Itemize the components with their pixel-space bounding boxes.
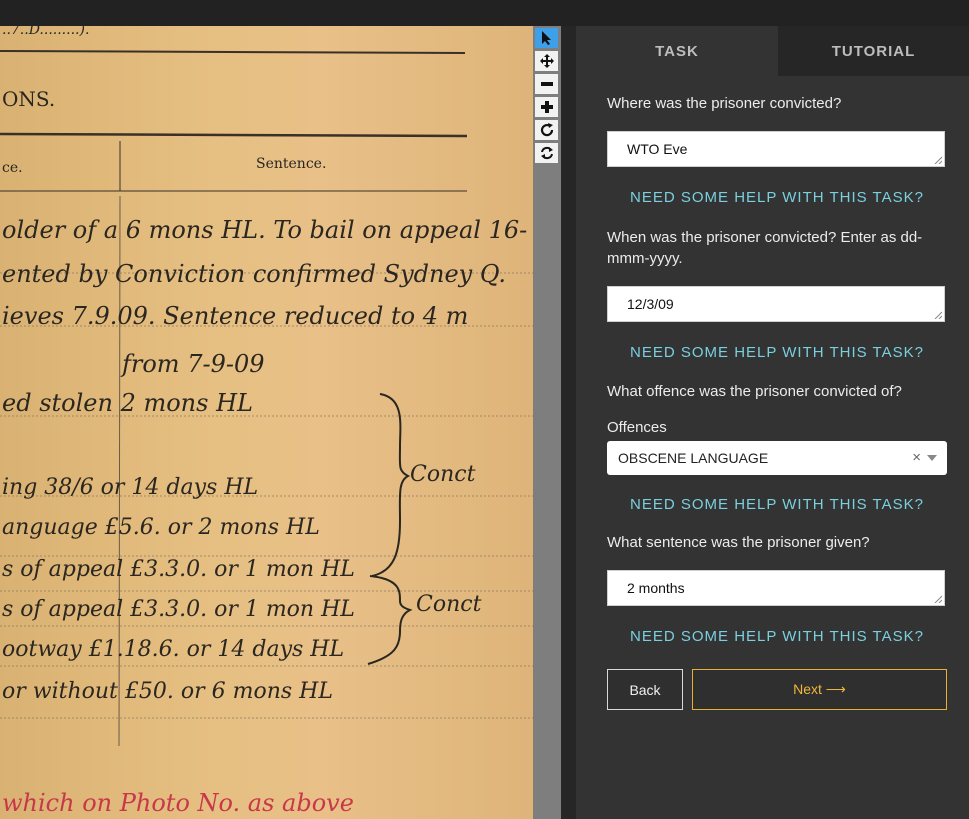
help-link-1[interactable]: NEED SOME HELP WITH THIS TASK? — [607, 189, 947, 206]
doc-line-10: ootway £1.18.6. or 14 days HL — [2, 637, 344, 662]
doc-line-9: s of appeal £3.3.0. or 1 mon HL — [2, 597, 355, 622]
help-link-2[interactable]: NEED SOME HELP WITH THIS TASK? — [607, 344, 947, 361]
document-image: ..7..D.........). ONS. ce. Sentence. old… — [0, 26, 533, 817]
tab-tutorial[interactable]: TUTORIAL — [778, 26, 969, 76]
doc-line-8: s of appeal £3.3.0. or 1 mon HL — [2, 557, 355, 582]
next-button[interactable]: Next ⟶ — [692, 669, 947, 710]
doc-line-7: anguage £5.6. or 2 mons HL — [2, 515, 320, 540]
offences-select-value: OBSCENE LANGUAGE — [618, 450, 769, 466]
pointer-icon[interactable] — [535, 28, 558, 48]
doc-fragment-top: ..7..D.........). — [2, 26, 89, 38]
sentence-input[interactable]: 2 months — [607, 570, 945, 606]
back-button[interactable]: Back — [607, 669, 683, 710]
doc-line-5: ed stolen 2 mons HL — [2, 389, 253, 417]
doc-line-3: ieves 7.9.09. Sentence reduced to 4 m — [2, 302, 468, 330]
doc-line-2: ented by Conviction confirmed Sydney Q. — [2, 260, 506, 288]
rotate-icon[interactable] — [535, 120, 558, 140]
doc-fragment-col2: Sentence. — [256, 156, 326, 172]
doc-line-6: ing 38/6 or 14 days HL — [2, 475, 258, 500]
doc-footer-red: which on Photo No. as above — [2, 789, 354, 817]
offences-select[interactable]: OBSCENE LANGUAGE × — [607, 441, 947, 475]
date-input-value: 12/3/09 — [627, 296, 674, 312]
question-sentence: What sentence was the prisoner given? — [607, 534, 870, 551]
date-input[interactable]: 12/3/09 — [607, 286, 945, 322]
sentence-input-value: 2 months — [627, 580, 685, 596]
resize-handle-icon[interactable] — [934, 311, 942, 319]
question-location: Where was the prisoner convicted? — [607, 95, 842, 112]
reset-icon[interactable] — [535, 143, 558, 163]
document-viewer[interactable]: ..7..D.........). ONS. ce. Sentence. old… — [0, 26, 533, 819]
resize-handle-icon[interactable] — [934, 156, 942, 164]
clear-icon[interactable]: × — [912, 449, 921, 466]
panel-tabs: TASK TUTORIAL — [576, 26, 969, 76]
move-icon[interactable] — [535, 51, 558, 71]
top-bar — [0, 0, 969, 26]
doc-line-11: or without £50. or 6 mons HL — [2, 679, 333, 704]
doc-fragment-col1: ce. — [2, 160, 23, 176]
location-input[interactable]: WTO Eve — [607, 131, 945, 167]
doc-line-1: older of a 6 mons HL. To bail on appeal … — [2, 216, 527, 244]
chevron-down-icon[interactable] — [927, 455, 937, 461]
doc-fragment-heading: ONS. — [2, 87, 55, 111]
location-input-value: WTO Eve — [627, 141, 688, 157]
help-link-4[interactable]: NEED SOME HELP WITH THIS TASK? — [607, 628, 947, 645]
question-offence: What offence was the prisoner convicted … — [607, 383, 902, 400]
task-panel: TASK TUTORIAL Where was the prisoner con… — [576, 26, 969, 819]
question-date: When was the prisoner convicted? Enter a… — [607, 229, 923, 267]
resize-handle-icon[interactable] — [934, 595, 942, 603]
panel-gutter — [561, 26, 576, 819]
offences-label: Offences — [607, 419, 667, 436]
tab-task[interactable]: TASK — [576, 26, 778, 76]
zoom-out-icon[interactable] — [535, 74, 558, 94]
help-link-3[interactable]: NEED SOME HELP WITH THIS TASK? — [607, 496, 947, 513]
doc-brace-label-2: Conct — [416, 592, 482, 617]
doc-brace-label-1: Conct — [410, 462, 476, 487]
zoom-in-icon[interactable] — [535, 97, 558, 117]
doc-line-4: from 7-9-09 — [120, 350, 265, 378]
viewer-toolbar — [533, 26, 561, 819]
